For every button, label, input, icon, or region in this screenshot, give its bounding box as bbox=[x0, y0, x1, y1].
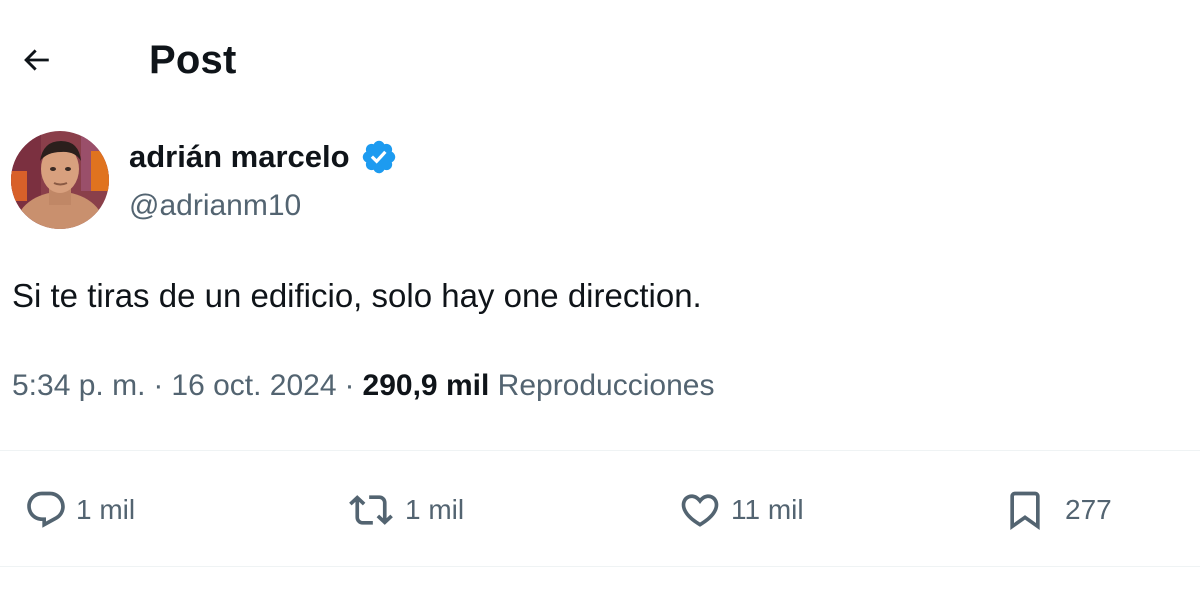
meta-separator: · bbox=[153, 369, 164, 402]
views-label: Reproducciones bbox=[497, 369, 715, 402]
bookmark-button[interactable]: 277 bbox=[1003, 482, 1112, 538]
post-time[interactable]: 5:34 p. m. bbox=[12, 369, 145, 402]
reply-button[interactable]: 1 mil bbox=[24, 482, 135, 538]
views-link[interactable]: 290,9 mil Reproducciones bbox=[363, 369, 715, 402]
divider bbox=[0, 566, 1200, 567]
divider bbox=[0, 450, 1200, 451]
retweet-count: 1 mil bbox=[405, 494, 465, 525]
bookmark-icon bbox=[1003, 488, 1047, 532]
post-meta: 5:34 p. m. · 16 oct. 2024 · 290,9 mil Reprod… bbox=[12, 365, 714, 407]
author-display-name[interactable]: adrián marcelo bbox=[129, 138, 398, 176]
post-page: Post adrián marcelo @adrianm10 Si te tir… bbox=[0, 0, 1200, 606]
display-name-text: adrián marcelo bbox=[129, 139, 350, 174]
retweet-button[interactable]: 1 mil bbox=[345, 482, 464, 538]
post-text: Si te tiras de un edificio, solo hay one… bbox=[12, 277, 702, 314]
back-button[interactable] bbox=[12, 38, 60, 86]
post-date[interactable]: 16 oct. 2024 bbox=[171, 369, 336, 402]
bookmark-count: 277 bbox=[1065, 494, 1112, 525]
avatar[interactable] bbox=[11, 131, 109, 229]
verified-badge-icon[interactable] bbox=[360, 138, 398, 176]
views-count: 290,9 mil bbox=[362, 369, 490, 402]
like-button[interactable]: 11 mil bbox=[677, 482, 804, 538]
heart-icon bbox=[677, 488, 723, 532]
meta-separator: · bbox=[344, 369, 355, 402]
speech-bubble-icon bbox=[24, 488, 68, 532]
author-handle[interactable]: @adrianm10 bbox=[129, 187, 301, 225]
reply-count: 1 mil bbox=[76, 494, 136, 525]
arrow-left-icon bbox=[19, 43, 53, 82]
retweet-arrows-icon bbox=[345, 488, 397, 532]
like-count: 11 mil bbox=[731, 494, 804, 525]
page-title: Post bbox=[149, 38, 237, 82]
